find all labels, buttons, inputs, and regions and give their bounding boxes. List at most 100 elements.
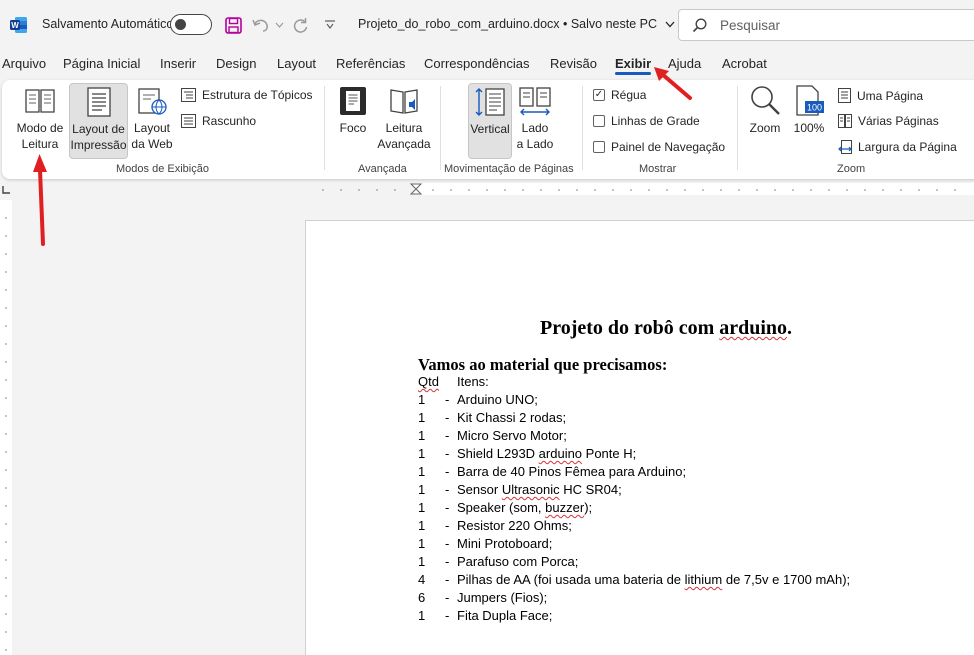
- item-text-post: HC SR04;: [559, 482, 622, 497]
- rascunho-button[interactable]: Rascunho: [181, 114, 256, 128]
- layout-web-button[interactable]: Layout da Web: [129, 84, 175, 158]
- item-qty: 1: [418, 392, 426, 407]
- vertical-button[interactable]: Vertical: [468, 83, 512, 159]
- vertical-label: Vertical: [470, 122, 510, 136]
- item-qty: 1: [418, 446, 426, 461]
- item-text-pre: Shield L293D: [457, 446, 539, 461]
- item-text-pre: Micro Servo Motor;: [457, 428, 567, 443]
- leitura-avancada-button[interactable]: Leitura Avançada: [374, 84, 434, 158]
- item-text-post: de 7,5v e 1700 mAh);: [722, 572, 851, 587]
- uma-pagina-button[interactable]: Uma Página: [838, 88, 923, 103]
- item-text-pre: Speaker (som,: [457, 500, 546, 515]
- save-button[interactable]: [223, 13, 243, 37]
- save-icon: [224, 16, 242, 34]
- varias-paginas-button[interactable]: Várias Páginas: [838, 114, 939, 128]
- item-text: Jumpers (Fios);: [457, 590, 547, 605]
- regua-label: Régua: [611, 88, 647, 102]
- modo-leitura-label: Modo de Leitura: [16, 121, 64, 151]
- item-text: Pilhas de AA (foi usada uma bateria de l…: [457, 572, 850, 587]
- ribbon-panel: Modo de Leitura Layout de Impressão Layo…: [2, 80, 974, 179]
- magnifier-icon: [751, 86, 780, 115]
- group-modos-exibicao: Modos de Exibição: [116, 163, 209, 175]
- undo-icon: [252, 19, 268, 32]
- tab-pagina-inicial[interactable]: Página Inicial: [63, 56, 140, 71]
- item-text-pre: Kit Chassi 2 rodas;: [457, 410, 567, 425]
- item-bullet: -: [445, 572, 450, 587]
- search-input[interactable]: Pesquisar: [678, 9, 974, 41]
- tab-revisao[interactable]: Revisão: [550, 56, 597, 71]
- document-title-text: Projeto_do_robo_com_arduino.docx • Salvo…: [358, 17, 658, 31]
- tab-layout[interactable]: Layout: [277, 56, 316, 71]
- checkbox-unchecked-icon: [593, 141, 605, 153]
- horizontal-ruler[interactable]: [305, 183, 974, 195]
- item-text-post: );: [584, 500, 593, 515]
- tab-exibir[interactable]: Exibir: [615, 56, 652, 75]
- undo-dropdown-button[interactable]: [273, 13, 285, 37]
- item-qty: 1: [418, 464, 426, 479]
- item-text-pre: Barra de 40 Pinos Fêmea para Arduino;: [457, 464, 687, 479]
- item-qty: 1: [418, 536, 426, 551]
- tab-design[interactable]: Design: [216, 56, 256, 71]
- zoom-100-button[interactable]: 100 100%: [790, 84, 828, 158]
- regua-checkbox[interactable]: ✓ Régua: [593, 88, 646, 102]
- tab-inserir[interactable]: Inserir: [160, 56, 196, 71]
- item-qty: 1: [418, 608, 426, 623]
- item-text-post: Ponte H;: [582, 446, 637, 461]
- item-bullet: -: [445, 608, 450, 623]
- painel-navegacao-checkbox[interactable]: Painel de Navegação: [593, 140, 725, 154]
- foco-button[interactable]: Foco: [332, 84, 374, 158]
- tab-arquivo[interactable]: Arquivo: [2, 56, 46, 71]
- spelling-flag: buzzer: [545, 500, 585, 515]
- focus-icon: [340, 87, 366, 115]
- tab-referencias[interactable]: Referências: [336, 56, 405, 71]
- estrutura-topicos-button[interactable]: Estrutura de Tópicos: [181, 88, 313, 102]
- zoom-100-label: 100%: [793, 121, 825, 135]
- uma-pagina-label: Uma Página: [857, 88, 924, 103]
- lado-a-lado-label: Lado a Lado: [516, 121, 554, 151]
- customize-toolbar-button[interactable]: [320, 13, 340, 37]
- leitura-avancada-label: Leitura Avançada: [377, 121, 431, 151]
- tab-correspondencias[interactable]: Correspondências: [424, 56, 530, 71]
- item-text: Fita Dupla Face;: [457, 608, 552, 623]
- item-bullet: -: [445, 590, 450, 605]
- item-qty: 1: [418, 410, 426, 425]
- document-page[interactable]: Projeto do robô com arduino. Vamos ao ma…: [305, 220, 974, 655]
- group-zoom: Zoom: [837, 163, 866, 175]
- document-heading-text: Projeto do robô com: [540, 317, 720, 339]
- tab-acrobat[interactable]: Acrobat: [722, 56, 767, 71]
- largura-pagina-button[interactable]: Largura da Página: [838, 140, 957, 154]
- vertical-ruler[interactable]: [0, 200, 12, 655]
- modo-leitura-button[interactable]: Modo de Leitura: [12, 84, 68, 158]
- autosave-label: Salvamento Automático: [42, 17, 174, 31]
- varias-paginas-label: Várias Páginas: [858, 114, 939, 128]
- item-qty: 1: [418, 500, 426, 515]
- redo-button[interactable]: [290, 13, 310, 37]
- vertical-ruler-ticks: [5, 217, 7, 651]
- layout-impressao-button[interactable]: Layout de Impressão: [69, 83, 128, 159]
- item-text-pre: Mini Protoboard;: [457, 536, 553, 551]
- group-movimentacao: Movimentação de Páginas: [444, 163, 574, 175]
- item-qty: 1: [418, 428, 426, 443]
- tab-ajuda[interactable]: Ajuda: [668, 56, 701, 71]
- document-subheading: Vamos ao material que precisamos:: [418, 355, 668, 374]
- linhas-grade-checkbox[interactable]: Linhas de Grade: [593, 114, 700, 128]
- autosave-toggle[interactable]: [170, 14, 212, 35]
- estrutura-topicos-label: Estrutura de Tópicos: [202, 88, 313, 102]
- chevron-down-icon: [665, 21, 674, 28]
- ruler-ticks: [322, 183, 956, 195]
- word-logo-icon: W: [10, 17, 27, 33]
- foco-label: Foco: [339, 121, 367, 135]
- toggle-knob: [175, 18, 186, 30]
- item-qty: 1: [418, 554, 426, 569]
- item-bullet: -: [445, 392, 450, 407]
- group-divider: [582, 86, 583, 170]
- zoom-button[interactable]: Zoom: [745, 84, 785, 158]
- spelling-flag: lithium: [684, 572, 723, 587]
- undo-button[interactable]: [250, 13, 272, 37]
- document-title[interactable]: Projeto_do_robo_com_arduino.docx • Salvo…: [358, 17, 675, 31]
- tab-selector-button[interactable]: [0, 183, 12, 195]
- lado-a-lado-button[interactable]: Lado a Lado: [514, 84, 556, 158]
- item-bullet: -: [445, 428, 450, 443]
- spelling-flag: arduino: [719, 317, 788, 339]
- item-bullet: -: [445, 446, 450, 461]
